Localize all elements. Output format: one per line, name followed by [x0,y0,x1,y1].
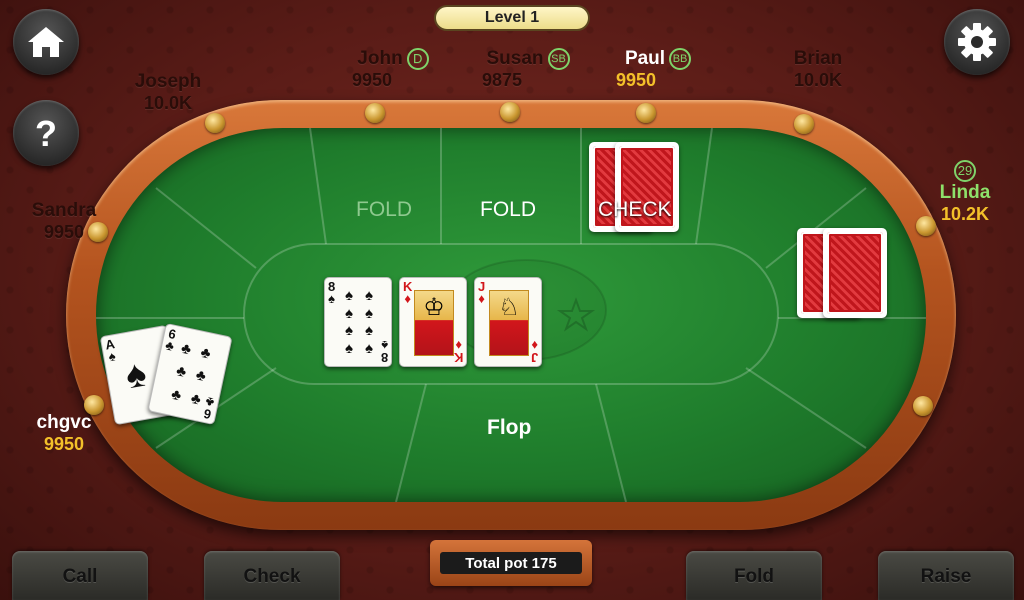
player-name: Linda [939,182,991,203]
player-chips: 9950 [616,70,657,91]
player-name: Paul [624,48,666,70]
raise-button[interactable]: Raise [878,551,1014,600]
player-chips: 10.0K [793,70,843,90]
player-name: chgvc [36,412,92,433]
fold-button[interactable]: Fold [686,551,822,600]
rail-stud [205,113,225,133]
check-button[interactable]: Check [204,551,340,600]
card-suit: ♦ [454,338,462,353]
call-button[interactable]: Call [12,551,148,600]
help-icon: ? [35,113,57,153]
gear-icon [958,23,996,61]
card-back [823,228,887,318]
jack-face-icon: ♘ [489,290,529,356]
small-blind-badge: SB [547,48,570,70]
raise-label: Raise [920,566,972,587]
player-susan: Susan SB 9875 [468,48,588,91]
player-chips: 9950 [43,434,85,454]
home-icon [28,27,64,57]
player-name: Joseph [134,71,202,92]
player-name: Sandra [31,200,97,221]
action-label-check: CHECK [598,198,672,221]
card-suit: ♦ [531,338,538,353]
svg-text:?: ? [35,113,57,153]
player-name: John [357,48,403,70]
player-john: John D 9950 [338,48,448,91]
player-brian: Brian 10.0K [768,48,868,91]
player-chips: 10.0K [143,93,193,113]
player-name: Susan [486,48,544,70]
level-indicator: Level 1 [434,5,590,31]
player-chips: 9875 [482,70,523,91]
rail-stud [636,103,656,123]
community-card: 8 ♠ ♠ ♠ ♠ ♠ ♠ ♠ ♠ ♠ 8 ♠ [324,277,392,367]
king-face-icon: ♔ [414,290,454,356]
action-label-fold: FOLD [356,198,413,221]
big-blind-badge: BB [669,48,692,70]
rail-stud [365,103,385,123]
call-label: Call [62,566,98,587]
player-linda: 29 Linda 10.2K [918,160,1012,225]
card-suit: ♣ [163,337,176,354]
rail-stud [500,102,520,122]
pot-text: Total pot 175 [440,552,582,574]
card-suit: ♣ [204,394,217,411]
home-button[interactable] [13,9,79,75]
card-suit: ♦ [404,291,412,306]
card-suit: ♠ [328,291,336,306]
help-button[interactable]: ? [13,100,79,166]
spade-pips: ♠ ♠ ♠ ♠ ♠ ♠ ♠ ♠ [345,287,373,357]
action-label-fold: FOLD [480,198,537,221]
fold-label: Fold [733,566,775,587]
check-label: Check [243,566,301,587]
community-card: J ♦ ♘ J ♦ [474,277,542,367]
dealer-badge: D [406,48,429,70]
player-chips: 10.2K [940,204,990,224]
rail-stud [913,396,933,416]
settings-button[interactable] [944,9,1010,75]
player-chips: 9950 [352,70,393,91]
player-self: chgvc 9950 [14,412,114,455]
turn-timer: 29 [954,160,976,182]
player-joseph: Joseph 10.0K [118,71,218,114]
community-card: K ♦ ♔ K ♦ [399,277,467,367]
stage-label: Flop [487,416,532,439]
player-sandra: Sandra 9950 [14,200,114,243]
card-suit: ♦ [478,291,485,306]
player-chips: 9950 [43,222,85,242]
player-name: Brian [793,48,843,69]
player-paul: Paul BB 9950 [608,48,708,91]
ace-spade-icon: ♠ [122,352,150,398]
rail-stud [794,114,814,134]
card-suit: ♠ [107,348,117,365]
pot-display: Total pot 175 [430,540,592,586]
card-suit: ♠ [380,338,388,353]
